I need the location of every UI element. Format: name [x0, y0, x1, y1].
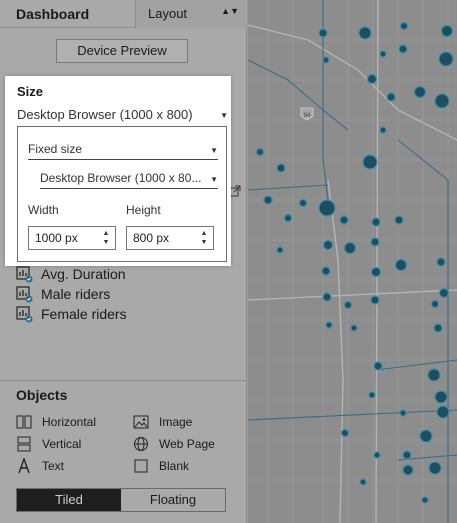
device-preset-dropdown[interactable]: Desktop Browser (1000 x 80... ▼	[40, 171, 218, 189]
height-value: 800 px	[133, 231, 170, 245]
size-settings-panel: Fixed size ▼ Desktop Browser (1000 x 80.…	[17, 126, 227, 262]
width-value: 1000 px	[35, 231, 78, 245]
device-preview-button[interactable]: Device Preview	[56, 39, 188, 63]
tiled-button[interactable]: Tiled	[17, 489, 121, 511]
object-label: Text	[42, 459, 65, 473]
chevron-updown-icon: ▲▼	[221, 6, 239, 16]
sheet-item-male-riders[interactable]: Male riders	[16, 284, 127, 304]
sheet-icon	[16, 265, 33, 282]
width-stepper[interactable]: ▲ ▼	[99, 229, 113, 247]
globe-icon	[134, 437, 148, 451]
chevron-down-icon: ▼	[220, 111, 228, 120]
tab-layout[interactable]: Layout ▲▼	[136, 0, 247, 28]
text-icon	[18, 458, 30, 474]
object-text[interactable]: Text	[16, 457, 64, 475]
objects-section: Objects Horizontal Image Vertical Web Pa…	[0, 380, 247, 479]
vertical-icon	[17, 436, 31, 452]
device-preset-value: Desktop Browser (1000 x 80...	[40, 171, 202, 185]
objects-title: Objects	[16, 387, 68, 403]
image-icon	[133, 415, 149, 429]
height-input[interactable]: 800 px ▲ ▼	[126, 226, 214, 250]
object-web-page[interactable]: Web Page	[133, 435, 215, 453]
tab-dashboard[interactable]: Dashboard	[0, 0, 136, 28]
sheet-item-avg-duration[interactable]: Avg. Duration	[16, 264, 127, 284]
map-view[interactable]: 94	[248, 0, 457, 523]
sheet-icon	[16, 285, 33, 302]
floating-button[interactable]: Floating	[121, 489, 225, 511]
object-image[interactable]: Image	[133, 413, 192, 431]
tiled-floating-toggle: Tiled Floating	[16, 488, 226, 512]
object-label: Image	[159, 415, 193, 429]
sheet-icon	[16, 305, 33, 322]
chevron-down-icon: ▼	[210, 175, 218, 184]
tab-layout-label: Layout	[148, 6, 188, 21]
size-dropdown-value: Desktop Browser (1000 x 800)	[17, 107, 193, 122]
horizontal-icon	[16, 415, 32, 429]
height-stepper[interactable]: ▲ ▼	[197, 229, 211, 247]
sheet-label: Male riders	[41, 286, 111, 302]
size-dropdown[interactable]: Desktop Browser (1000 x 800) ▼	[17, 107, 230, 122]
width-label: Width	[28, 203, 59, 217]
object-label: Web Page	[159, 437, 215, 451]
object-label: Horizontal	[42, 415, 97, 429]
blank-icon	[134, 459, 148, 473]
sheet-label: Female riders	[41, 306, 127, 322]
map-canvas: 94	[248, 0, 457, 523]
highway-shield-label: 94	[304, 113, 311, 119]
object-blank[interactable]: Blank	[133, 457, 189, 475]
chevron-down-icon: ▼	[210, 146, 218, 155]
size-mode-dropdown[interactable]: Fixed size ▼	[28, 142, 218, 160]
sheet-item-female-riders[interactable]: Female riders	[16, 304, 127, 324]
size-popup: Size Desktop Browser (1000 x 800) ▼ Fixe…	[5, 76, 231, 266]
height-label: Height	[126, 203, 161, 217]
object-label: Vertical	[42, 437, 82, 451]
object-vertical[interactable]: Vertical	[16, 435, 81, 453]
sheets-list: Avg. Duration Male riders Female riders	[16, 264, 127, 324]
width-input[interactable]: 1000 px ▲ ▼	[28, 226, 116, 250]
object-label: Blank	[159, 459, 190, 473]
size-mode-value: Fixed size	[28, 142, 83, 156]
sheet-label: Avg. Duration	[41, 266, 126, 282]
object-horizontal[interactable]: Horizontal	[16, 413, 96, 431]
panel-tabs: Dashboard Layout ▲▼	[0, 0, 247, 28]
size-title: Size	[17, 84, 44, 99]
